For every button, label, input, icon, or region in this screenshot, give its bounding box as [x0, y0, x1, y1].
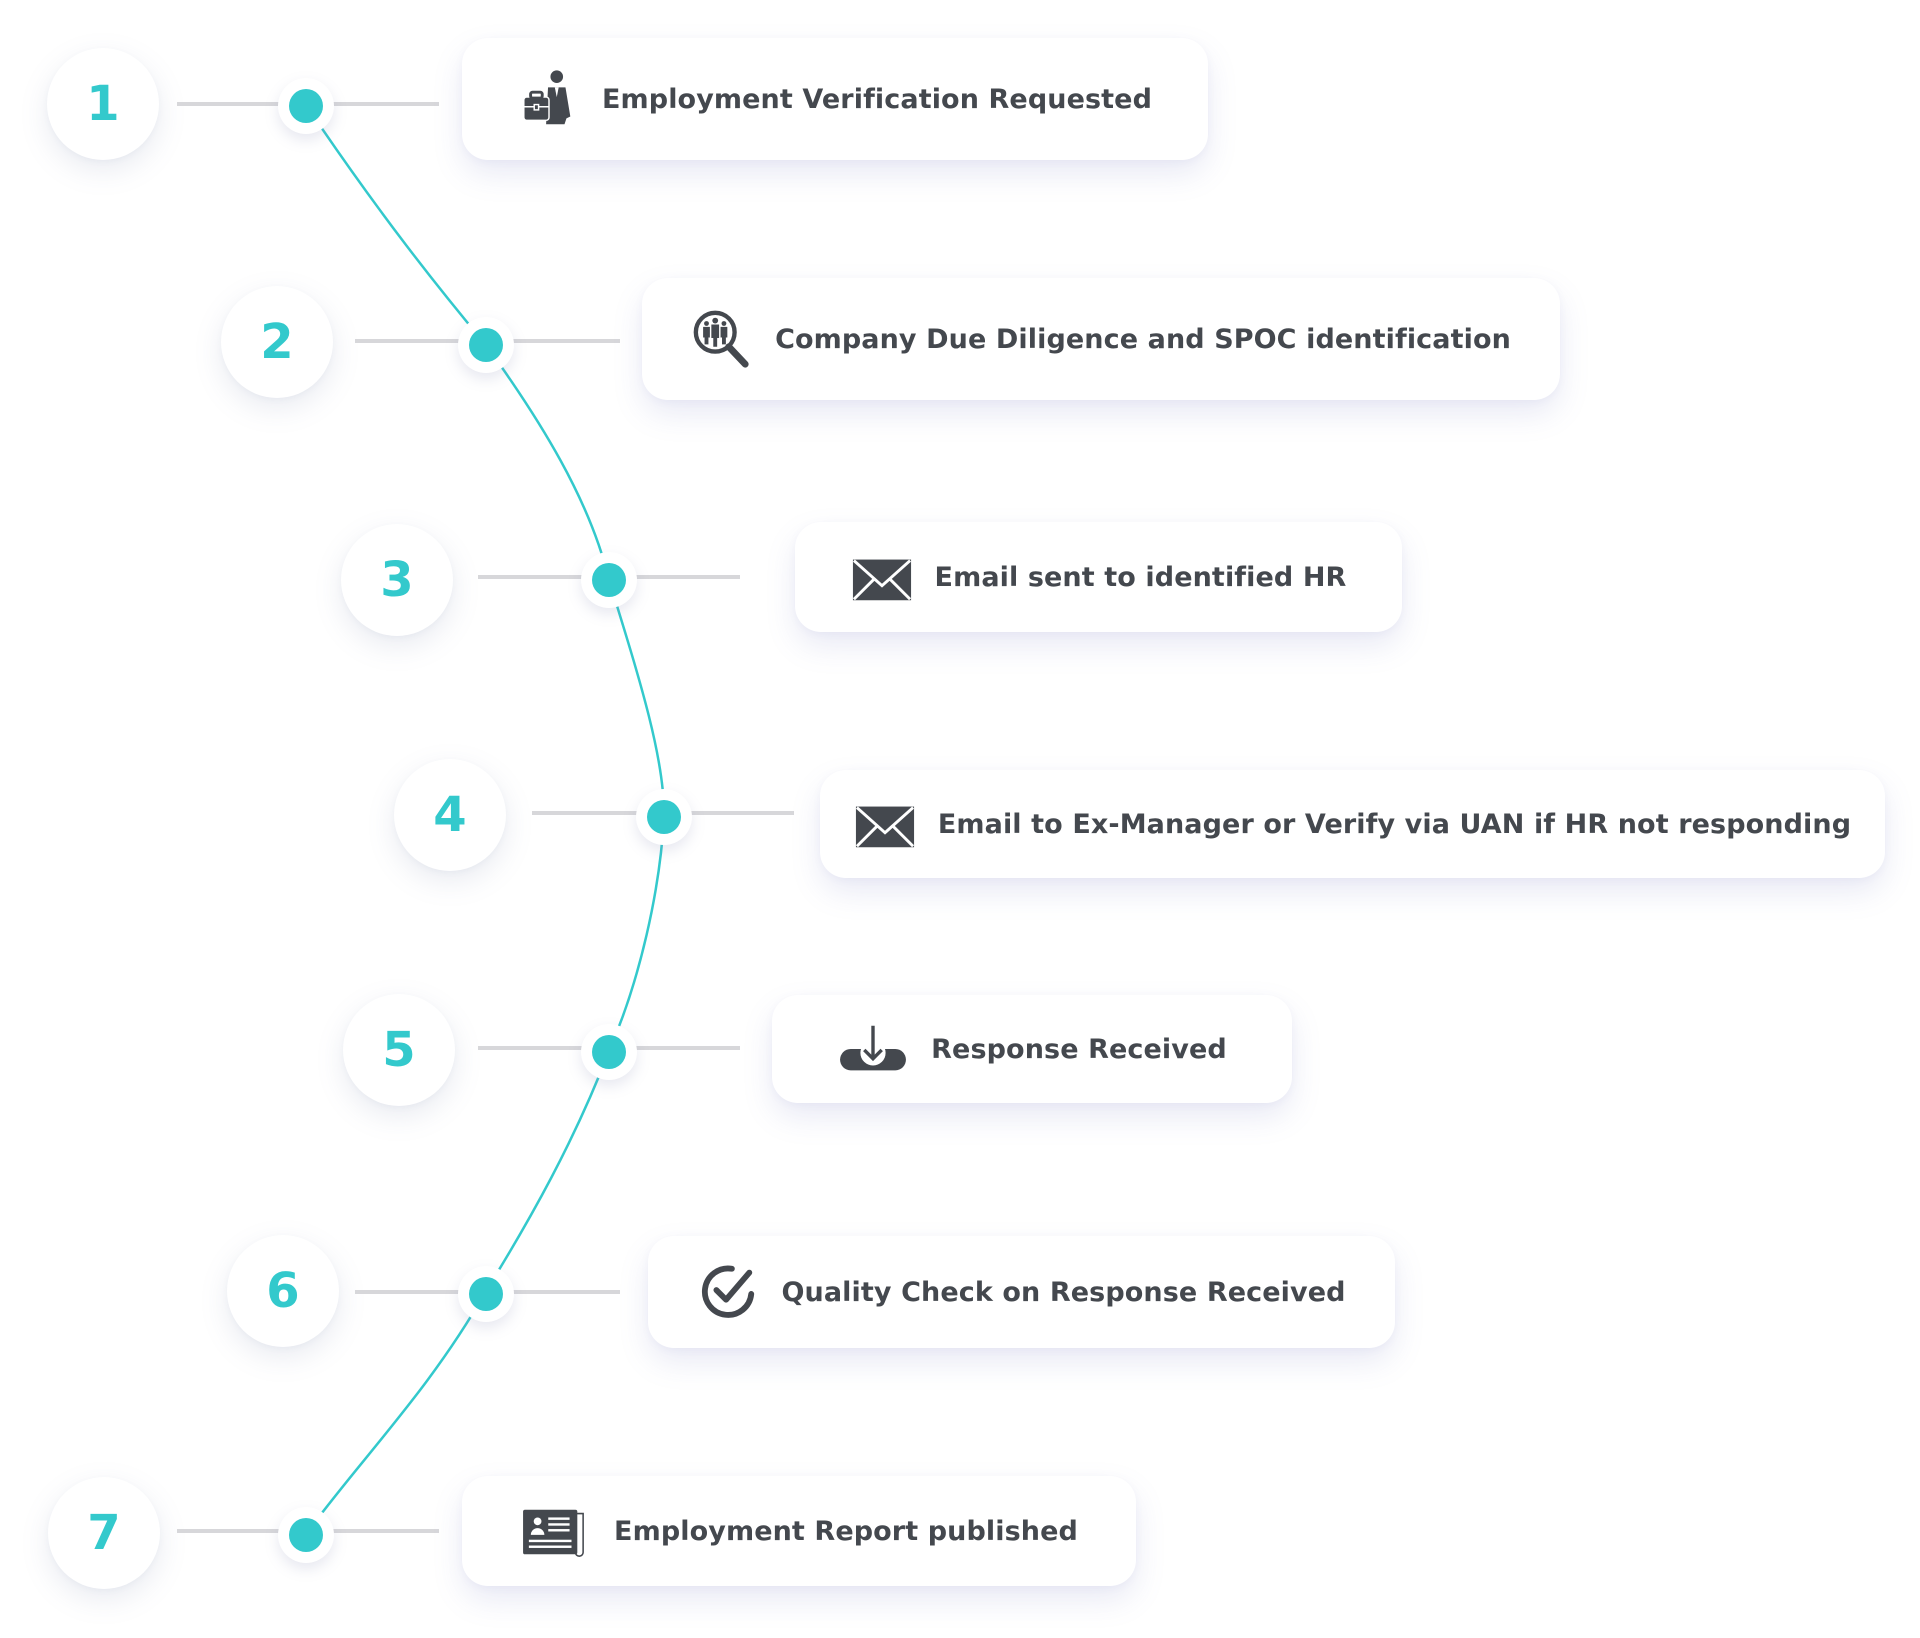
timeline-node — [278, 1507, 334, 1563]
step-card: Employment Report published — [462, 1476, 1136, 1586]
businessman-briefcase-icon — [518, 68, 580, 130]
step-number: 3 — [380, 552, 414, 608]
download-tray-icon — [837, 1018, 909, 1080]
step-number-circle: 5 — [343, 994, 455, 1106]
timeline-dot — [592, 1035, 626, 1069]
step-number-circle: 6 — [227, 1235, 339, 1347]
step-number: 6 — [266, 1263, 300, 1319]
step-number: 5 — [382, 1022, 416, 1078]
step-label: Email to Ex-Manager or Verify via UAN if… — [937, 808, 1852, 840]
step-number: 2 — [260, 314, 294, 370]
timeline-node — [278, 78, 334, 134]
timeline-node — [636, 789, 692, 845]
timeline-dot — [592, 563, 626, 597]
timeline-node — [458, 317, 514, 373]
step-number-circle: 3 — [341, 524, 453, 636]
step-label: Response Received — [931, 1033, 1227, 1065]
timeline-dot — [289, 89, 323, 123]
step-card: Response Received — [772, 995, 1292, 1103]
step-label: Quality Check on Response Received — [781, 1276, 1346, 1308]
step-card: Email to Ex-Manager or Verify via UAN if… — [820, 770, 1885, 878]
step-number: 1 — [86, 76, 120, 132]
step-label: Company Due Diligence and SPOC identific… — [775, 323, 1511, 355]
envelope-icon — [854, 793, 916, 855]
step-number: 7 — [87, 1505, 121, 1561]
timeline-dot — [469, 328, 503, 362]
step-number-circle: 7 — [48, 1477, 160, 1589]
timeline-node — [458, 1266, 514, 1322]
step-card: Employment Verification Requested — [462, 38, 1208, 160]
search-people-icon — [691, 308, 753, 370]
timeline-node — [581, 552, 637, 608]
timeline-dot — [289, 1518, 323, 1552]
report-document-icon — [520, 1500, 592, 1562]
step-number: 4 — [433, 787, 467, 843]
step-label: Email sent to identified HR — [934, 561, 1347, 593]
step-card: Company Due Diligence and SPOC identific… — [642, 278, 1560, 400]
timeline-node — [581, 1024, 637, 1080]
step-number-circle: 2 — [221, 286, 333, 398]
step-number-circle: 4 — [394, 759, 506, 871]
step-number-circle: 1 — [47, 48, 159, 160]
envelope-icon — [851, 546, 913, 608]
step-label: Employment Verification Requested — [601, 83, 1153, 115]
check-circle-icon — [697, 1261, 759, 1323]
timeline-dot — [469, 1277, 503, 1311]
step-card: Quality Check on Response Received — [648, 1236, 1395, 1348]
step-card: Email sent to identified HR — [795, 522, 1402, 632]
step-label: Employment Report published — [614, 1515, 1078, 1547]
timeline-dot — [647, 800, 681, 834]
